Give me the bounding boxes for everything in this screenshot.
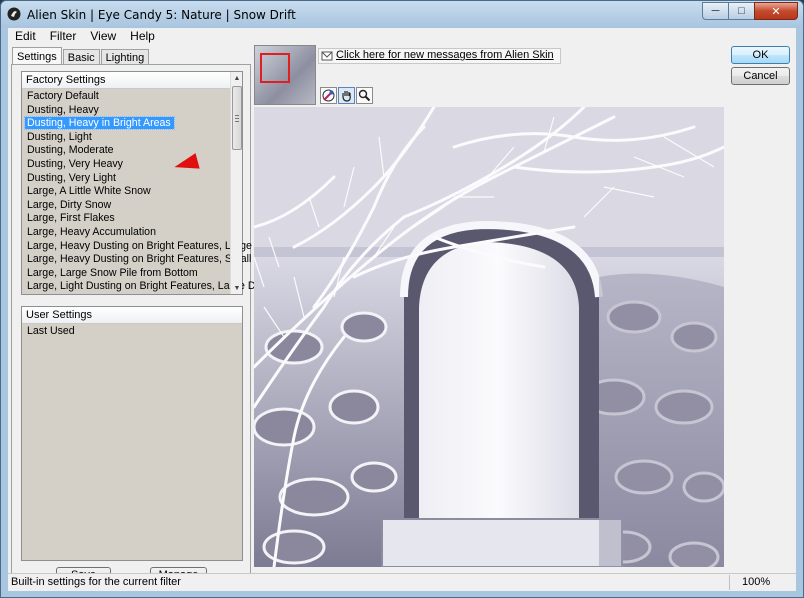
status-text: Built-in settings for the current filter bbox=[11, 576, 181, 588]
tab-basic[interactable]: Basic bbox=[62, 49, 100, 65]
eyedropper-icon bbox=[322, 89, 335, 102]
list-item[interactable]: Last Used bbox=[22, 325, 242, 339]
menu-help[interactable]: Help bbox=[123, 28, 162, 45]
status-divider bbox=[729, 575, 730, 590]
color-picker-tool-button[interactable] bbox=[320, 87, 337, 104]
navigator-view-rect[interactable] bbox=[260, 53, 290, 83]
list-item[interactable]: Large, Dirty Snow bbox=[22, 199, 230, 213]
navigator-thumbnail[interactable] bbox=[254, 45, 316, 105]
list-item[interactable]: Large, First Flakes bbox=[22, 212, 230, 226]
menu-view[interactable]: View bbox=[83, 28, 123, 45]
panel-tabs: Settings Basic Lighting bbox=[12, 47, 150, 66]
list-item-selected[interactable]: Dusting, Heavy in Bright Areas bbox=[22, 116, 230, 131]
list-item[interactable]: Large, Heavy Dusting on Bright Features,… bbox=[22, 253, 274, 267]
message-icon bbox=[321, 51, 333, 61]
alien-skin-app-icon bbox=[7, 7, 21, 21]
messages-link-text: Click here for new messages from Alien S… bbox=[336, 49, 554, 61]
alien-skin-messages-link[interactable]: Click here for new messages from Alien S… bbox=[318, 48, 561, 64]
list-item[interactable]: Dusting, Light bbox=[22, 131, 230, 145]
list-item[interactable]: Large, Large Snow Pile from Bottom bbox=[22, 267, 230, 281]
list-item[interactable]: Factory Default bbox=[22, 90, 230, 104]
list-item[interactable]: Large, Light Dusting on Bright Features,… bbox=[22, 280, 267, 294]
user-settings-header: User Settings bbox=[22, 307, 242, 324]
zoom-level: 100% bbox=[742, 576, 771, 588]
window-controls: ─ □ ✕ bbox=[702, 2, 798, 20]
close-button[interactable]: ✕ bbox=[754, 2, 798, 20]
preview-toolbar bbox=[320, 87, 374, 104]
title-bar[interactable]: Alien Skin | Eye Candy 5: Nature | Snow … bbox=[1, 1, 803, 28]
client-area: Edit Filter View Help Settings Basic Lig… bbox=[8, 28, 796, 591]
effect-preview-image[interactable] bbox=[254, 107, 724, 567]
window-title: Alien Skin | Eye Candy 5: Nature | Snow … bbox=[27, 8, 296, 22]
list-item[interactable]: Large, Heavy Accumulation bbox=[22, 226, 230, 240]
tab-lighting[interactable]: Lighting bbox=[100, 49, 150, 65]
preview-area: Click here for new messages from Alien S… bbox=[254, 45, 724, 568]
menu-filter[interactable]: Filter bbox=[43, 28, 84, 45]
scroll-up-icon[interactable]: ▲ bbox=[231, 72, 243, 84]
settings-panel: Factory Settings Factory Default Dusting… bbox=[11, 64, 274, 586]
list-item[interactable]: Large, A Little White Snow bbox=[22, 185, 230, 199]
factory-settings-scrollbar[interactable]: ▲ ▼ bbox=[230, 72, 242, 294]
zoom-tool-button[interactable] bbox=[356, 87, 373, 104]
maximize-button[interactable]: □ bbox=[728, 2, 754, 20]
list-item[interactable]: Dusting, Very Light bbox=[22, 172, 230, 186]
menu-bar: Edit Filter View Help bbox=[8, 28, 796, 45]
ok-button[interactable]: OK bbox=[731, 46, 790, 64]
scroll-thumb[interactable] bbox=[232, 86, 242, 150]
list-item[interactable]: Large, Heavy Dusting on Bright Features,… bbox=[22, 240, 274, 254]
factory-settings-header: Factory Settings bbox=[22, 72, 242, 89]
minimize-button[interactable]: ─ bbox=[702, 2, 728, 20]
application-window: Alien Skin | Eye Candy 5: Nature | Snow … bbox=[0, 0, 804, 598]
factory-settings-list[interactable]: Factory Settings Factory Default Dusting… bbox=[21, 71, 274, 295]
cancel-button[interactable]: Cancel bbox=[731, 67, 790, 85]
magnifier-icon bbox=[358, 89, 371, 102]
snowy-ruins-scene bbox=[254, 107, 724, 567]
list-item[interactable]: Dusting, Heavy bbox=[22, 104, 230, 118]
scroll-down-icon[interactable]: ▼ bbox=[231, 282, 243, 294]
hand-tool-button[interactable] bbox=[338, 87, 355, 104]
status-bar: Built-in settings for the current filter… bbox=[8, 573, 796, 591]
menu-edit[interactable]: Edit bbox=[8, 28, 43, 45]
list-item[interactable]: Dusting, Moderate bbox=[22, 144, 230, 158]
hand-icon bbox=[342, 91, 351, 102]
user-settings-list[interactable]: User Settings Last Used bbox=[21, 306, 243, 561]
